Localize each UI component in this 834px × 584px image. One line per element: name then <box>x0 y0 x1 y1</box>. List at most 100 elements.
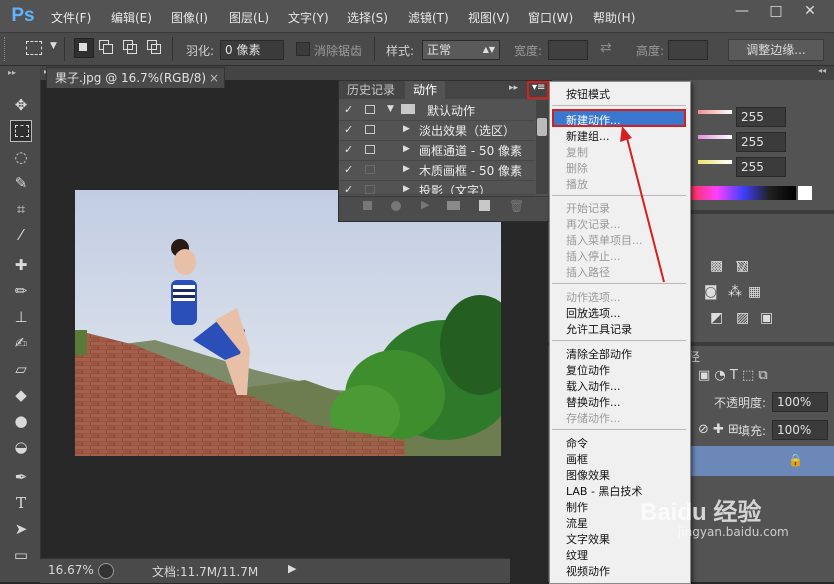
dodge-tool-icon[interactable]: ◒ <box>10 436 32 458</box>
menu-image[interactable]: 图像(I) <box>171 9 208 26</box>
brush-tool-icon[interactable]: ✏ <box>10 280 32 302</box>
action-row[interactable]: ✓ ▶ 淡出效果（选区） <box>339 120 535 141</box>
menu-lab-bw[interactable]: LAB - 黑白技术 <box>566 483 642 499</box>
paint-bucket-tool-icon[interactable]: ◆ <box>10 384 32 406</box>
swap-icon[interactable]: ⇄ <box>600 40 612 56</box>
height-input[interactable] <box>668 40 708 60</box>
mixer-icon[interactable]: ⁂ <box>728 284 742 300</box>
dialog-toggle-icon[interactable] <box>365 185 375 194</box>
status-menu-arrow-icon[interactable]: ▶ <box>288 562 296 575</box>
document-tab[interactable]: 果子.jpg @ 16.7%(RGB/8) × <box>46 67 225 88</box>
menu-textures[interactable]: 纹理 <box>566 547 588 563</box>
canvas-image[interactable] <box>75 190 501 456</box>
check-icon[interactable]: ✓ <box>344 143 356 156</box>
minimize-button[interactable]: — <box>730 2 754 20</box>
menu-type[interactable]: 文字(Y) <box>288 9 329 26</box>
status-icon[interactable] <box>98 563 114 579</box>
play-icon[interactable]: ▶ <box>421 198 429 211</box>
menu-production[interactable]: 制作 <box>566 499 588 515</box>
menu-help[interactable]: 帮助(H) <box>593 9 635 26</box>
menu-layer[interactable]: 图层(L) <box>229 9 269 26</box>
camera-icon[interactable]: ◙ <box>704 284 718 300</box>
action-row[interactable]: ✓ ▶ 画框通道 - 50 像素 <box>339 140 535 161</box>
blur-tool-icon[interactable]: ● <box>10 410 32 432</box>
fill-input[interactable]: 100% <box>772 420 828 440</box>
menu-video-actions[interactable]: 视频动作 <box>566 563 610 579</box>
selective-color-icon[interactable]: ▣ <box>760 310 773 326</box>
bar-grip[interactable] <box>4 37 9 61</box>
check-icon[interactable]: ✓ <box>344 103 356 116</box>
action-row[interactable]: ✓ ▶ 投影（文字） <box>339 180 535 195</box>
dialog-toggle-icon[interactable] <box>365 105 375 114</box>
menu-window[interactable]: 窗口(W) <box>528 9 573 26</box>
panel-menu-icon[interactable]: ▾≡ <box>532 82 545 93</box>
menu-reset-actions[interactable]: 复位动作 <box>566 362 610 378</box>
menu-frames[interactable]: 画框 <box>566 451 588 467</box>
menu-clear-all-actions[interactable]: 清除全部动作 <box>566 346 632 362</box>
dialog-toggle-icon[interactable] <box>365 125 375 134</box>
action-set-row[interactable]: ✓ ▼ 默认动作 <box>339 100 535 121</box>
red-slider[interactable] <box>698 110 732 114</box>
style-select[interactable]: 正常 ▲▼ <box>422 40 500 60</box>
layer-row[interactable]: 🔒 <box>688 446 834 476</box>
check-icon[interactable]: ✓ <box>344 163 356 176</box>
color-spectrum[interactable] <box>690 186 796 200</box>
scrollbar[interactable] <box>536 100 548 194</box>
action-row[interactable]: ✓ ▶ 木质画框 - 50 像素 <box>339 160 535 181</box>
rect-marquee-tool-icon[interactable] <box>10 120 32 142</box>
close-tab-icon[interactable]: × <box>209 68 219 88</box>
clone-stamp-tool-icon[interactable]: ⊥ <box>10 306 32 328</box>
subtract-selection-icon[interactable] <box>122 39 138 55</box>
refine-edge-button[interactable]: 调整边缘... <box>728 39 824 61</box>
healing-brush-tool-icon[interactable]: ✚ <box>10 254 32 276</box>
menu-file[interactable]: 文件(F) <box>51 9 91 26</box>
tab-actions[interactable]: 动作 <box>405 81 445 99</box>
type-tool-icon[interactable]: T <box>10 492 32 514</box>
scroll-thumb[interactable] <box>537 118 547 136</box>
green-slider[interactable] <box>698 135 732 139</box>
expand-right-icon[interactable]: ▶ <box>403 124 410 134</box>
check-icon[interactable]: ✓ <box>344 183 356 194</box>
pen-tool-icon[interactable]: ✒ <box>10 466 32 488</box>
maximize-button[interactable]: □ <box>764 2 788 20</box>
invert-icon[interactable]: ◩ <box>710 310 723 326</box>
lasso-tool-icon[interactable]: ◌ <box>10 146 32 168</box>
expand-right-icon[interactable]: ▶ <box>403 184 410 194</box>
menu-commands[interactable]: 命令 <box>566 435 588 451</box>
menu-meteor[interactable]: 流星 <box>566 515 588 531</box>
marquee-tool-icon[interactable] <box>26 41 42 55</box>
width-input[interactable] <box>548 40 588 60</box>
opacity-input[interactable]: 100% <box>772 392 828 412</box>
expand-right-icon[interactable]: ▶ <box>403 164 410 174</box>
record-icon[interactable] <box>391 201 401 211</box>
path-select-tool-icon[interactable]: ➤ <box>10 518 32 540</box>
new-action-icon[interactable] <box>479 200 490 211</box>
white-swatch[interactable] <box>798 186 812 200</box>
threshold-icon[interactable]: ▨ <box>736 310 749 326</box>
levels-icon[interactable]: ▩ <box>710 258 723 274</box>
move-tool-icon[interactable]: ✥ <box>10 94 32 116</box>
menu-replace-actions[interactable]: 替换动作... <box>566 394 621 410</box>
green-value[interactable]: 255 <box>736 132 786 152</box>
delete-icon[interactable]: 🗑 <box>509 199 524 213</box>
expand-down-icon[interactable]: ▼ <box>387 104 394 114</box>
triangle-icon[interactable]: ▽ <box>736 258 747 274</box>
close-window-button[interactable]: ✕ <box>798 2 822 20</box>
menu-image-effects[interactable]: 图像效果 <box>566 467 610 483</box>
menu-view[interactable]: 视图(V) <box>468 9 510 26</box>
eraser-tool-icon[interactable]: ▱ <box>10 358 32 380</box>
menu-select[interactable]: 选择(S) <box>347 9 388 26</box>
quick-select-tool-icon[interactable]: ✎ <box>10 172 32 194</box>
blue-slider[interactable] <box>698 160 732 164</box>
intersect-selection-icon[interactable] <box>146 39 162 55</box>
antialias-checkbox[interactable] <box>296 42 310 56</box>
filter-icon[interactable]: ▣ ◔ T ⬚ ⧉ <box>698 368 768 383</box>
history-brush-tool-icon[interactable]: ✍ <box>10 332 32 354</box>
menu-button-mode[interactable]: 按钮模式 <box>566 86 610 102</box>
check-icon[interactable]: ✓ <box>344 123 356 136</box>
chevron-down-icon[interactable]: ▼ <box>50 41 57 51</box>
dialog-toggle-icon[interactable] <box>365 165 375 174</box>
lock-icons[interactable]: ⊘ ✚ ⊞ <box>698 422 739 437</box>
blue-value[interactable]: 255 <box>736 157 786 177</box>
dialog-toggle-icon[interactable] <box>365 145 375 154</box>
